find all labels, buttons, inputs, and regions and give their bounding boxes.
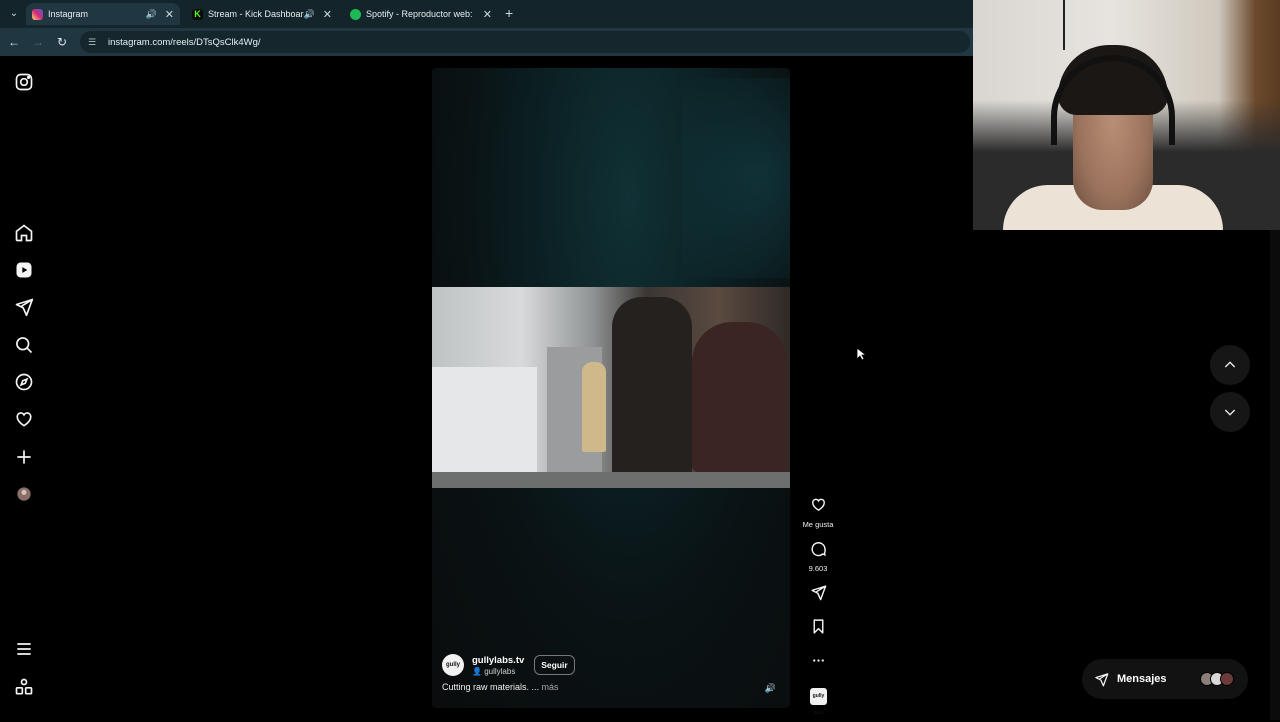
next-reel-button[interactable]	[1210, 392, 1250, 432]
video-wall	[432, 367, 537, 488]
tab-title: Stream - Kick Dashboard	[208, 9, 304, 19]
speaker-icon[interactable]: 🔊	[146, 9, 157, 20]
author-avatar[interactable]: gully labs	[442, 654, 464, 690]
webcam-cable	[1063, 0, 1065, 50]
chevron-up-icon	[1224, 361, 1236, 368]
more-menu-icon[interactable]	[14, 639, 34, 659]
forward-arrow-icon[interactable]: →	[30, 34, 46, 50]
tab-title: Instagram	[48, 9, 89, 19]
site-settings-icon[interactable]: ☰	[88, 37, 102, 48]
search-icon[interactable]	[14, 335, 34, 355]
reels-icon[interactable]	[14, 260, 34, 280]
reload-icon[interactable]: ↻	[54, 34, 70, 50]
reel-info: gully labs gullylabs.tv 👤 gullylabs Segu…	[442, 654, 772, 692]
kick-favicon-icon: K	[192, 8, 203, 20]
messages-send-icon	[1095, 672, 1109, 686]
ellipsis-icon	[812, 659, 824, 662]
also-from-meta-icon[interactable]	[14, 677, 34, 697]
profile-avatar[interactable]	[14, 484, 34, 504]
more-options-button[interactable]	[800, 652, 836, 674]
home-icon[interactable]	[14, 223, 34, 243]
avatar	[1220, 672, 1234, 686]
share-button[interactable]	[800, 584, 836, 606]
follow-button[interactable]: Seguir	[534, 655, 575, 675]
close-tab-icon[interactable]: ✕	[323, 8, 332, 21]
url-text: instagram.com/reels/DTsQsClk4Wg/	[108, 36, 261, 48]
create-plus-icon[interactable]	[14, 447, 34, 467]
back-arrow-icon[interactable]: ←	[6, 34, 22, 50]
address-bar[interactable]: ☰ instagram.com/reels/DTsQsClk4Wg/	[80, 31, 970, 53]
mute-speaker-icon[interactable]: 🔊	[765, 683, 776, 694]
bookmark-icon	[813, 619, 823, 634]
speaker-icon[interactable]: 🔊	[304, 9, 315, 20]
messages-button[interactable]: Mensajes	[1082, 659, 1248, 699]
audio-avatar[interactable]: gully labs	[810, 688, 827, 716]
video-person-background	[582, 362, 606, 452]
share-send-icon	[810, 585, 826, 601]
message-avatars	[1200, 672, 1234, 686]
heart-icon	[811, 498, 825, 511]
page-scrollbar[interactable]	[1270, 229, 1280, 720]
video-person-right	[692, 322, 787, 472]
author-name[interactable]: gullylabs.tv	[472, 655, 524, 666]
video-floor	[432, 472, 790, 488]
comment-button[interactable]: 9.603	[800, 540, 836, 573]
instagram-favicon-icon	[32, 8, 43, 20]
comment-bubble-icon	[810, 542, 826, 557]
explore-compass-icon[interactable]	[14, 372, 34, 392]
author-subtitle-text: gullylabs	[484, 666, 516, 676]
reel-caption[interactable]: Cutting raw materials. ... más	[442, 682, 772, 692]
tab-title: Spotify - Reproductor web: mú	[366, 9, 475, 19]
instagram-logo-icon[interactable]	[14, 72, 34, 92]
chevron-down-icon	[1224, 409, 1236, 416]
close-tab-icon[interactable]: ✕	[165, 8, 174, 21]
author-text: gullylabs.tv 👤 gullylabs	[472, 655, 524, 676]
comments-count: 9.603	[808, 564, 828, 573]
caption-text: Cutting raw materials. ...	[442, 682, 540, 692]
reel-background-glow	[682, 78, 790, 278]
left-sidebar	[0, 56, 48, 720]
reel-author-row: gully labs gullylabs.tv 👤 gullylabs Segu…	[442, 654, 772, 690]
video-person-center	[612, 297, 692, 477]
tab-instagram[interactable]: Instagram 🔊 ✕	[26, 3, 180, 25]
tab-kick-dashboard[interactable]: K Stream - Kick Dashboard 🔊 ✕	[186, 3, 338, 25]
mouse-cursor-icon	[856, 347, 866, 361]
direct-messages-icon[interactable]	[14, 297, 34, 317]
webcam-overlay	[973, 0, 1280, 230]
author-subtitle: 👤 gullylabs	[472, 666, 516, 676]
previous-reel-button[interactable]	[1210, 345, 1250, 385]
caption-more-link[interactable]: más	[542, 682, 559, 692]
messages-label: Mensajes	[1117, 673, 1167, 685]
spotify-favicon-icon	[350, 8, 361, 20]
notifications-heart-icon[interactable]	[14, 409, 34, 429]
like-label: Me gusta	[802, 520, 834, 529]
new-tab-plus-icon[interactable]: +	[505, 5, 513, 21]
tab-spotify[interactable]: Spotify - Reproductor web: mú ✕	[344, 3, 498, 25]
reel-video-frame[interactable]	[432, 287, 790, 488]
close-tab-icon[interactable]: ✕	[483, 8, 492, 21]
save-button[interactable]	[800, 618, 836, 640]
reel-player[interactable]: gully labs gullylabs.tv 👤 gullylabs Segu…	[432, 68, 790, 708]
tab-search-chevron-icon[interactable]: ⌄	[6, 6, 22, 22]
like-button[interactable]: Me gusta	[800, 496, 836, 529]
